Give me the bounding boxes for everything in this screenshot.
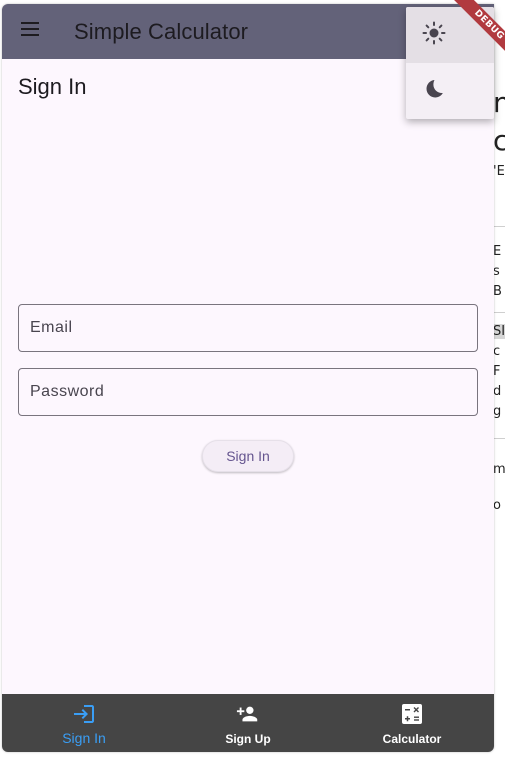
nav-label: Sign In [62, 730, 106, 746]
dark-mode-icon [422, 77, 446, 106]
background-text-fragment: o [493, 498, 501, 513]
background-page: n c 'E E s B SI c F d g m o [493, 0, 505, 757]
background-divider [493, 226, 505, 227]
background-text-fragment: g [493, 404, 502, 419]
background-text-fragment: SI [493, 324, 505, 339]
email-field[interactable] [18, 304, 478, 352]
background-text-fragment: c [493, 124, 505, 157]
background-text-fragment: c [493, 344, 501, 359]
background-text-fragment: n [493, 86, 505, 119]
background-text-fragment: s [493, 264, 500, 279]
calculate-icon [400, 702, 424, 726]
nav-label: Calculator [382, 732, 442, 746]
theme-option-dark[interactable] [406, 63, 494, 119]
light-mode-icon [422, 21, 446, 50]
theme-menu [406, 7, 494, 119]
nav-label: Sign Up [225, 732, 271, 746]
background-text-fragment: 'E [493, 164, 505, 179]
theme-option-light[interactable] [406, 7, 494, 63]
background-text-fragment: F [493, 364, 501, 379]
login-icon [72, 702, 96, 726]
background-text-fragment: m [493, 462, 505, 477]
password-field[interactable] [18, 368, 478, 416]
menu-icon [20, 21, 40, 42]
nav-item-sign-up[interactable]: Sign Up [166, 694, 330, 752]
background-divider [493, 438, 505, 439]
app-title: Simple Calculator [74, 18, 249, 44]
person-add-icon [236, 702, 260, 726]
background-divider [493, 312, 505, 313]
nav-item-sign-in[interactable]: Sign In [2, 694, 166, 752]
background-text-fragment: d [493, 384, 502, 399]
sign-in-button[interactable]: Sign In [202, 440, 294, 472]
menu-button[interactable] [2, 4, 58, 59]
background-text-fragment: E [493, 244, 502, 259]
nav-item-calculator[interactable]: Calculator [330, 694, 494, 752]
page-title: Sign In [18, 74, 87, 99]
background-text-fragment: B [493, 284, 502, 299]
bottom-navigation: Sign In Sign Up Calculator [2, 694, 494, 752]
